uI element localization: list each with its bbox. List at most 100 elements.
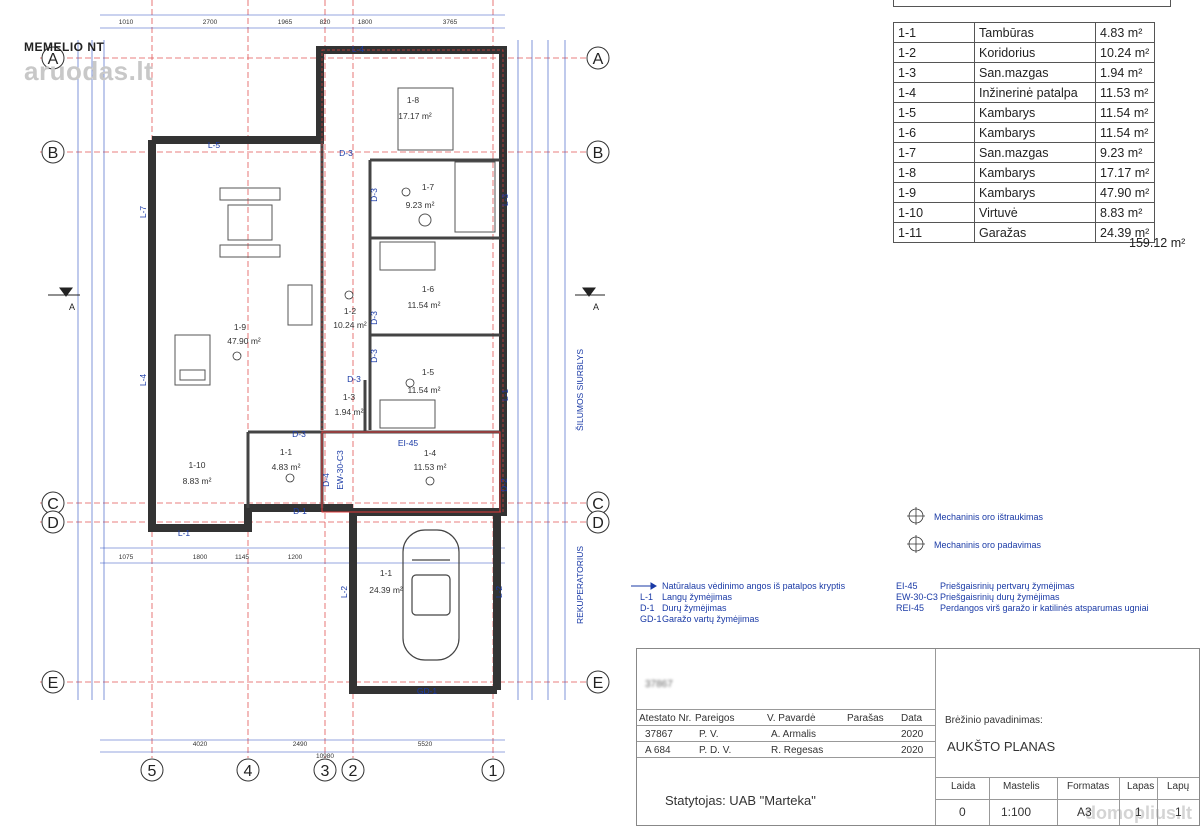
door-tag: D-1 <box>293 506 307 516</box>
axis-row-label: C <box>47 496 59 513</box>
total-area: 159.12 m² <box>1129 236 1186 250</box>
axis-row-label: A <box>593 51 604 68</box>
fire-door-tag: EW-30-C3 <box>335 450 345 490</box>
axis-row-label: B <box>48 145 59 162</box>
exhaust-legend: Mechaninis oro ištraukimas <box>934 512 1044 522</box>
door-tag: D-3 <box>292 429 306 439</box>
room-id: 1-5 <box>422 367 435 377</box>
window-tag: L-1 <box>178 528 191 538</box>
footer-value: 0 <box>959 805 966 819</box>
room-area-cell: 11.54 m² <box>1095 122 1155 143</box>
agency-name: MEMELIO NT <box>24 40 105 54</box>
room-name: Kambarys <box>974 102 1096 123</box>
legend-key: EI-45 <box>896 581 918 591</box>
room-schedule-table: 1-1 Tambūras 4.83 m² 1-2 Koridorius 10.24 m² 1… <box>893 22 1155 243</box>
legend-key: EW-30-C3 <box>896 592 938 602</box>
dim-text: 10980 <box>316 753 334 760</box>
window-tag: L-2 <box>494 586 504 599</box>
door-tag: D-3 <box>369 311 379 325</box>
room-area-cell: 11.54 m² <box>1095 102 1155 123</box>
room-row: 1-1 Tambūras 4.83 m² <box>893 22 1155 43</box>
legend-key: GD-1 <box>640 614 662 624</box>
room-number: 1-4 <box>893 82 975 103</box>
door-tag: D-3 <box>339 148 353 158</box>
room-area: 11.54 m² <box>408 300 441 310</box>
footer-header: Mastelis <box>1003 781 1040 792</box>
legend-text: Langų žymėjimas <box>662 592 733 602</box>
room-labels: 1-8 17.17 m² 1-7 9.23 m² 1-6 11.54 m² 1-… <box>183 95 447 595</box>
room-id: 1-6 <box>422 284 435 294</box>
room-area-cell: 17.17 m² <box>1095 162 1155 183</box>
room-area: 1.94 m² <box>335 407 364 417</box>
sheet-title: AUKŠTO PLANAS <box>947 739 1056 754</box>
room-row: 1-6 Kambarys 11.54 m² <box>893 122 1155 143</box>
legend-item: Natūralaus vėdinimo angos iš patalpos kr… <box>640 581 845 592</box>
room-number: 1-7 <box>893 142 975 163</box>
room-number: 1-10 <box>893 202 975 223</box>
legend-text: Natūralaus vėdinimo angos iš patalpos kr… <box>662 581 846 591</box>
dim-text: 1075 <box>119 554 134 561</box>
room-area: 24.39 m² <box>369 585 403 595</box>
room-id: 1-4 <box>424 448 437 458</box>
site-watermark: aruodas.lt <box>24 56 154 86</box>
client-name: Statytojas: UAB "Marteka" <box>665 793 816 808</box>
room-number: 1-6 <box>893 122 975 143</box>
axis-col-label: 4 <box>244 763 253 780</box>
room-row: 1-8 Kambarys 17.17 m² <box>893 162 1155 183</box>
room-table-header <box>893 0 1171 7</box>
room-area: 17.17 m² <box>398 111 432 121</box>
footer-header: Laida <box>951 781 976 792</box>
room-area-cell: 47.90 m² <box>1095 182 1155 203</box>
room-area: 9.23 m² <box>406 200 435 210</box>
window-tag: L-4 <box>352 44 365 54</box>
room-area: 4.83 m² <box>272 462 301 472</box>
window-tag: L-7 <box>138 206 148 219</box>
tb-header-date: Data <box>901 713 923 724</box>
room-row: 1-11 Garažas 24.39 m² <box>893 222 1155 243</box>
legend-item: D-1 Durų žymėjimas <box>640 603 845 614</box>
legend-right: EI-45 Priešgaisrinių pertvarų žymėjimas EW… <box>896 581 1149 614</box>
room-id: 1-2 <box>344 306 357 316</box>
room-area-cell: 11.53 m² <box>1095 82 1155 103</box>
axis-row-label: C <box>592 496 604 513</box>
agency-watermark: MEMELIO NT aruodas.lt <box>24 40 153 87</box>
door-tag: D-3 <box>347 374 361 384</box>
tb-cell: 2020 <box>901 729 924 740</box>
room-name: Kambarys <box>974 162 1096 183</box>
dim-text: 1010 <box>119 19 134 26</box>
room-area-cell: 4.83 m² <box>1095 22 1155 43</box>
window-tag: L-4 <box>138 374 148 387</box>
room-id: 1-3 <box>343 392 356 402</box>
room-id: 1-8 <box>407 95 420 105</box>
footer-value: A3 <box>1077 805 1092 819</box>
tb-cell: P. V. <box>699 729 719 740</box>
dim-text: 1200 <box>288 554 303 561</box>
drawing-name-label: Brėžinio pavadinimas: <box>945 715 1043 726</box>
room-number: 1-11 <box>893 222 975 243</box>
room-row: 1-4 Inžinerinė patalpa 11.53 m² <box>893 82 1155 103</box>
title-block: 37867 Atestato Nr. Pareigos V. Pavardė P… <box>636 648 1200 826</box>
room-number: 1-8 <box>893 162 975 183</box>
legend-key: REI-45 <box>896 603 925 613</box>
legend-item: EW-30-C3 Priešgaisrinių durų žymėjimas <box>896 592 1149 603</box>
room-name: Inžinerinė patalpa <box>974 82 1096 103</box>
tb-cell: R. Regesas <box>771 745 824 756</box>
tb-cell: P. D. V. <box>699 745 732 756</box>
footer-header: Formatas <box>1067 781 1110 792</box>
tb-header-role: Pareigos <box>695 713 735 724</box>
dim-text: 5520 <box>418 741 433 748</box>
room-name: Tambūras <box>974 22 1096 43</box>
tb-cell: 37867 <box>645 729 673 740</box>
room-id: 1-10 <box>188 460 205 470</box>
axis-row-label: D <box>47 515 59 532</box>
tb-cell: A 684 <box>645 745 671 756</box>
room-area: 11.53 m² <box>414 462 447 472</box>
heat-pump-tag: ŠILUMOS SIURBLYS <box>575 349 585 431</box>
legend-text: Durų žymėjimas <box>662 603 727 613</box>
axis-col-label: 5 <box>148 763 157 780</box>
window-tag: L-2 <box>339 586 349 599</box>
window-tag: L-3 <box>500 194 510 207</box>
legend-text: Garažo vartų žymėjimas <box>662 614 760 624</box>
recuperator-tag: REKUPERATORIUS <box>575 546 585 624</box>
room-area-cell: 9.23 m² <box>1095 142 1155 163</box>
